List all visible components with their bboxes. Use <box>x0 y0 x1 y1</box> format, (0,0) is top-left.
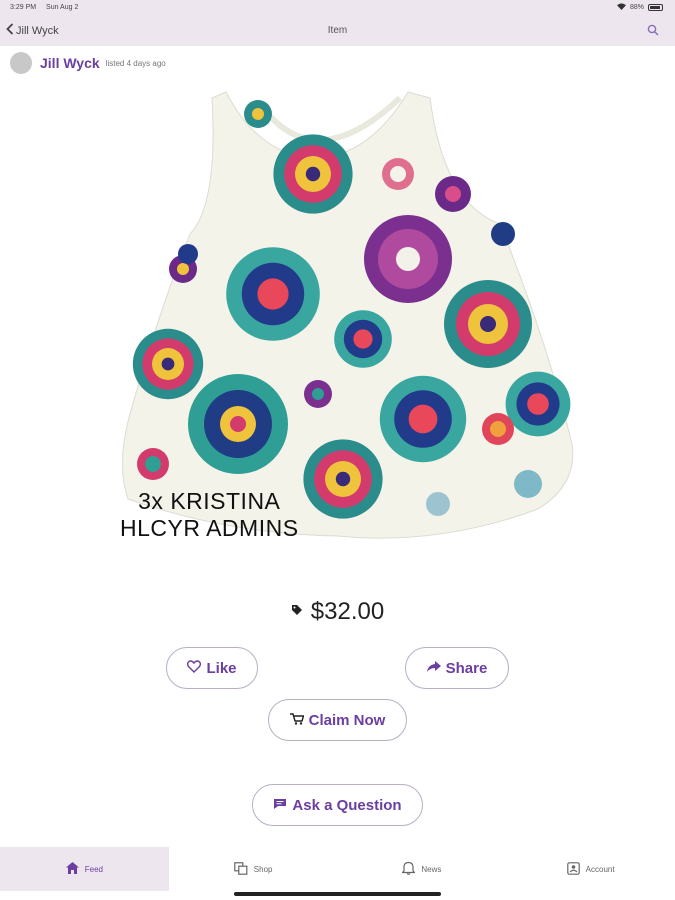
share-arrow-icon <box>426 660 441 677</box>
search-icon <box>647 23 659 40</box>
tab-label: Shop <box>253 864 273 874</box>
product-photo[interactable]: 3x KRISTINA HLCYR ADMINS <box>108 84 574 550</box>
ask-question-button[interactable]: Ask a Question <box>252 784 423 826</box>
account-icon <box>566 861 580 877</box>
status-time: 3:29 PM <box>10 4 37 11</box>
wifi-icon <box>616 3 626 12</box>
avatar[interactable] <box>10 52 32 74</box>
chat-bubble-icon <box>273 797 287 814</box>
price-row: $32.00 <box>0 598 675 626</box>
seller-name[interactable]: Jill Wyck <box>40 55 100 71</box>
tab-label: Account <box>585 864 615 874</box>
seller-row: Jill Wyck listed 4 days ago <box>10 52 166 74</box>
heart-icon <box>187 659 202 677</box>
tab-news[interactable]: News <box>338 847 507 891</box>
cart-icon <box>289 712 305 729</box>
photo-caption: 3x KRISTINA HLCYR ADMINS <box>120 488 299 541</box>
like-label: Like <box>206 659 237 677</box>
battery-icon <box>648 4 663 11</box>
page-title: Item <box>327 25 348 36</box>
tab-feed[interactable]: Feed <box>0 847 169 891</box>
listed-time: listed 4 days ago <box>105 58 166 68</box>
tab-label: News <box>421 864 442 874</box>
tab-label: Feed <box>84 864 103 874</box>
home-indicator[interactable] <box>234 892 441 896</box>
tab-shop[interactable]: Shop <box>169 847 338 891</box>
status-date: Sun Aug 2 <box>46 4 79 11</box>
shop-icon <box>233 861 248 877</box>
like-button[interactable]: Like <box>166 647 258 689</box>
battery-percent: 88% <box>629 4 644 11</box>
ask-label: Ask a Question <box>292 796 402 814</box>
tab-account[interactable]: Account <box>506 847 675 891</box>
claim-label: Claim Now <box>308 711 386 729</box>
home-icon <box>65 862 79 876</box>
item-price: $32.00 <box>310 598 385 625</box>
bell-icon <box>401 861 417 877</box>
price-tag-icon <box>291 603 303 621</box>
share-label: Share <box>445 659 488 677</box>
search-button[interactable] <box>647 23 659 41</box>
tab-bar: Feed Shop News Account <box>0 847 675 891</box>
tank-top-image <box>122 91 574 539</box>
nav-bar: Jill Wyck Item <box>0 16 675 46</box>
share-button[interactable]: Share <box>405 647 509 689</box>
claim-now-button[interactable]: Claim Now <box>268 699 407 741</box>
status-bar: 3:29 PM Sun Aug 2 88% <box>0 0 675 16</box>
